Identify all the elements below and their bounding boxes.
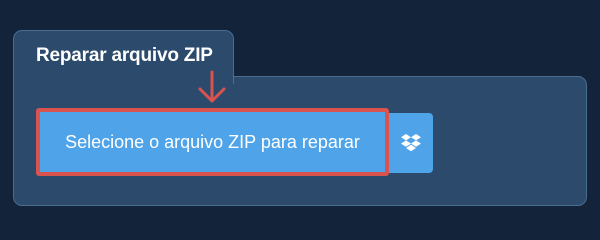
dropbox-button[interactable]: [389, 113, 433, 173]
select-zip-button[interactable]: Selecione o arquivo ZIP para reparar: [36, 108, 389, 176]
select-zip-label: Selecione o arquivo ZIP para reparar: [65, 131, 360, 152]
tab-title: Reparar arquivo ZIP: [36, 45, 213, 66]
pointer-arrow-icon: [198, 70, 226, 103]
dropbox-icon: [401, 134, 421, 152]
